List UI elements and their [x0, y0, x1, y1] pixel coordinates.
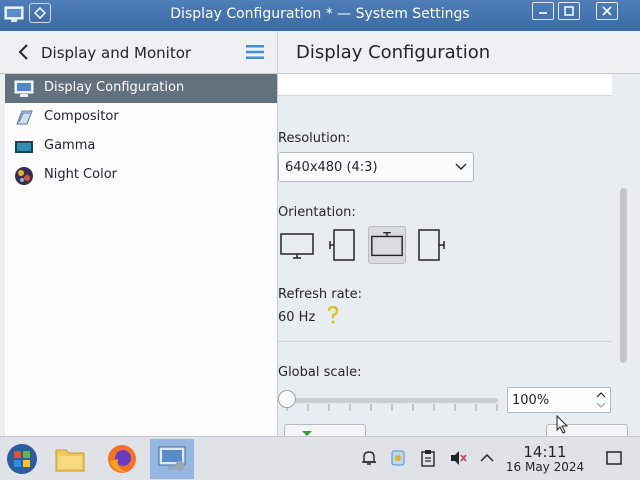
page-title: Display Configuration [296, 42, 491, 63]
sidebar-item-label: Night Color [44, 167, 117, 182]
close-button[interactable] [596, 2, 618, 20]
refresh-rate-value: 60 Hz [278, 310, 316, 325]
sidebar-item-compositor[interactable]: Compositor [5, 103, 277, 132]
orientation-flipped-button[interactable] [368, 226, 406, 264]
taskbar-firefox[interactable] [100, 439, 144, 479]
chevron-up-icon[interactable] [478, 449, 496, 467]
help-icon[interactable] [326, 306, 340, 324]
portrait-right-icon [418, 229, 445, 261]
scale-spinbox[interactable]: 100% [507, 387, 611, 413]
bottom-left-button[interactable] [284, 424, 366, 436]
start-orb-icon [7, 444, 37, 474]
sidebar-item-label: Gamma [44, 138, 96, 153]
clock-time[interactable]: 14:11 [507, 443, 583, 461]
orientation-landscape-button[interactable] [278, 226, 316, 264]
maximize-icon [564, 6, 574, 16]
sidebar-item-display-configuration[interactable]: Display Configuration [5, 74, 277, 103]
start-menu-button[interactable] [0, 439, 44, 479]
global-scale-label: Global scale: [278, 365, 362, 380]
folder-icon [55, 449, 85, 472]
portrait-left-icon [329, 229, 355, 261]
mouse-cursor-icon [556, 415, 569, 434]
content-header: Display Configuration [278, 31, 640, 74]
resolution-label: Resolution: [278, 131, 351, 146]
scale-value: 100% [512, 393, 550, 408]
firefox-icon [108, 445, 136, 473]
sidebar-title: Display and Monitor [41, 44, 192, 62]
compositor-icon [16, 110, 33, 125]
minimize-icon [539, 12, 547, 14]
resolution-value: 640x480 (4:3) [285, 160, 378, 175]
back-arrow-icon[interactable] [16, 43, 30, 61]
spin-arrows-icon[interactable] [596, 390, 606, 410]
sidebar: Display Configuration Compositor Gamma N… [5, 74, 277, 436]
content-scrollbar[interactable] [620, 188, 627, 363]
screen-preview-area [278, 74, 612, 96]
network-icon[interactable] [389, 449, 407, 467]
night-color-icon [15, 167, 33, 185]
landscape-icon [280, 233, 314, 259]
notifications-bell-icon[interactable] [360, 449, 378, 467]
taskbar: 14:11 16 May 2024 [0, 436, 640, 480]
clipboard-icon[interactable] [419, 449, 437, 467]
sidebar-header: Display and Monitor [0, 31, 277, 74]
system-settings-icon [158, 446, 186, 471]
scale-slider-handle[interactable] [278, 390, 296, 408]
gamma-icon [15, 141, 33, 153]
display-icon [14, 80, 34, 97]
show-desktop-icon[interactable] [605, 449, 623, 467]
orientation-portrait-left-button[interactable] [323, 226, 361, 264]
chevron-down-icon [455, 163, 467, 170]
minimize-button[interactable] [532, 2, 554, 20]
orientation-portrait-right-button[interactable] [414, 226, 452, 264]
resolution-dropdown[interactable]: 640x480 (4:3) [278, 152, 474, 182]
display-settings-panel: Resolution: 640x480 (4:3) Orientation: R… [278, 74, 640, 436]
window-titlebar: Display Configuration * — System Setting… [0, 0, 640, 31]
sidebar-item-label: Display Configuration [44, 80, 185, 95]
taskbar-file-manager[interactable] [48, 439, 92, 479]
close-icon [602, 6, 612, 16]
refresh-rate-label: Refresh rate: [278, 287, 363, 302]
taskbar-system-settings[interactable] [150, 439, 194, 479]
landscape-flipped-icon [371, 231, 403, 257]
volume-muted-icon[interactable] [449, 449, 467, 467]
sidebar-item-gamma[interactable]: Gamma [5, 132, 277, 161]
scale-slider-ticks [286, 404, 498, 411]
scale-slider-track[interactable] [286, 398, 498, 403]
clock-date[interactable]: 16 May 2024 [505, 460, 585, 474]
maximize-button[interactable] [558, 2, 580, 20]
orientation-label: Orientation: [278, 205, 356, 220]
hamburger-menu-icon[interactable] [245, 44, 265, 60]
sidebar-item-night-color[interactable]: Night Color [5, 161, 277, 190]
sidebar-item-label: Compositor [44, 109, 119, 124]
section-separator [278, 341, 612, 342]
